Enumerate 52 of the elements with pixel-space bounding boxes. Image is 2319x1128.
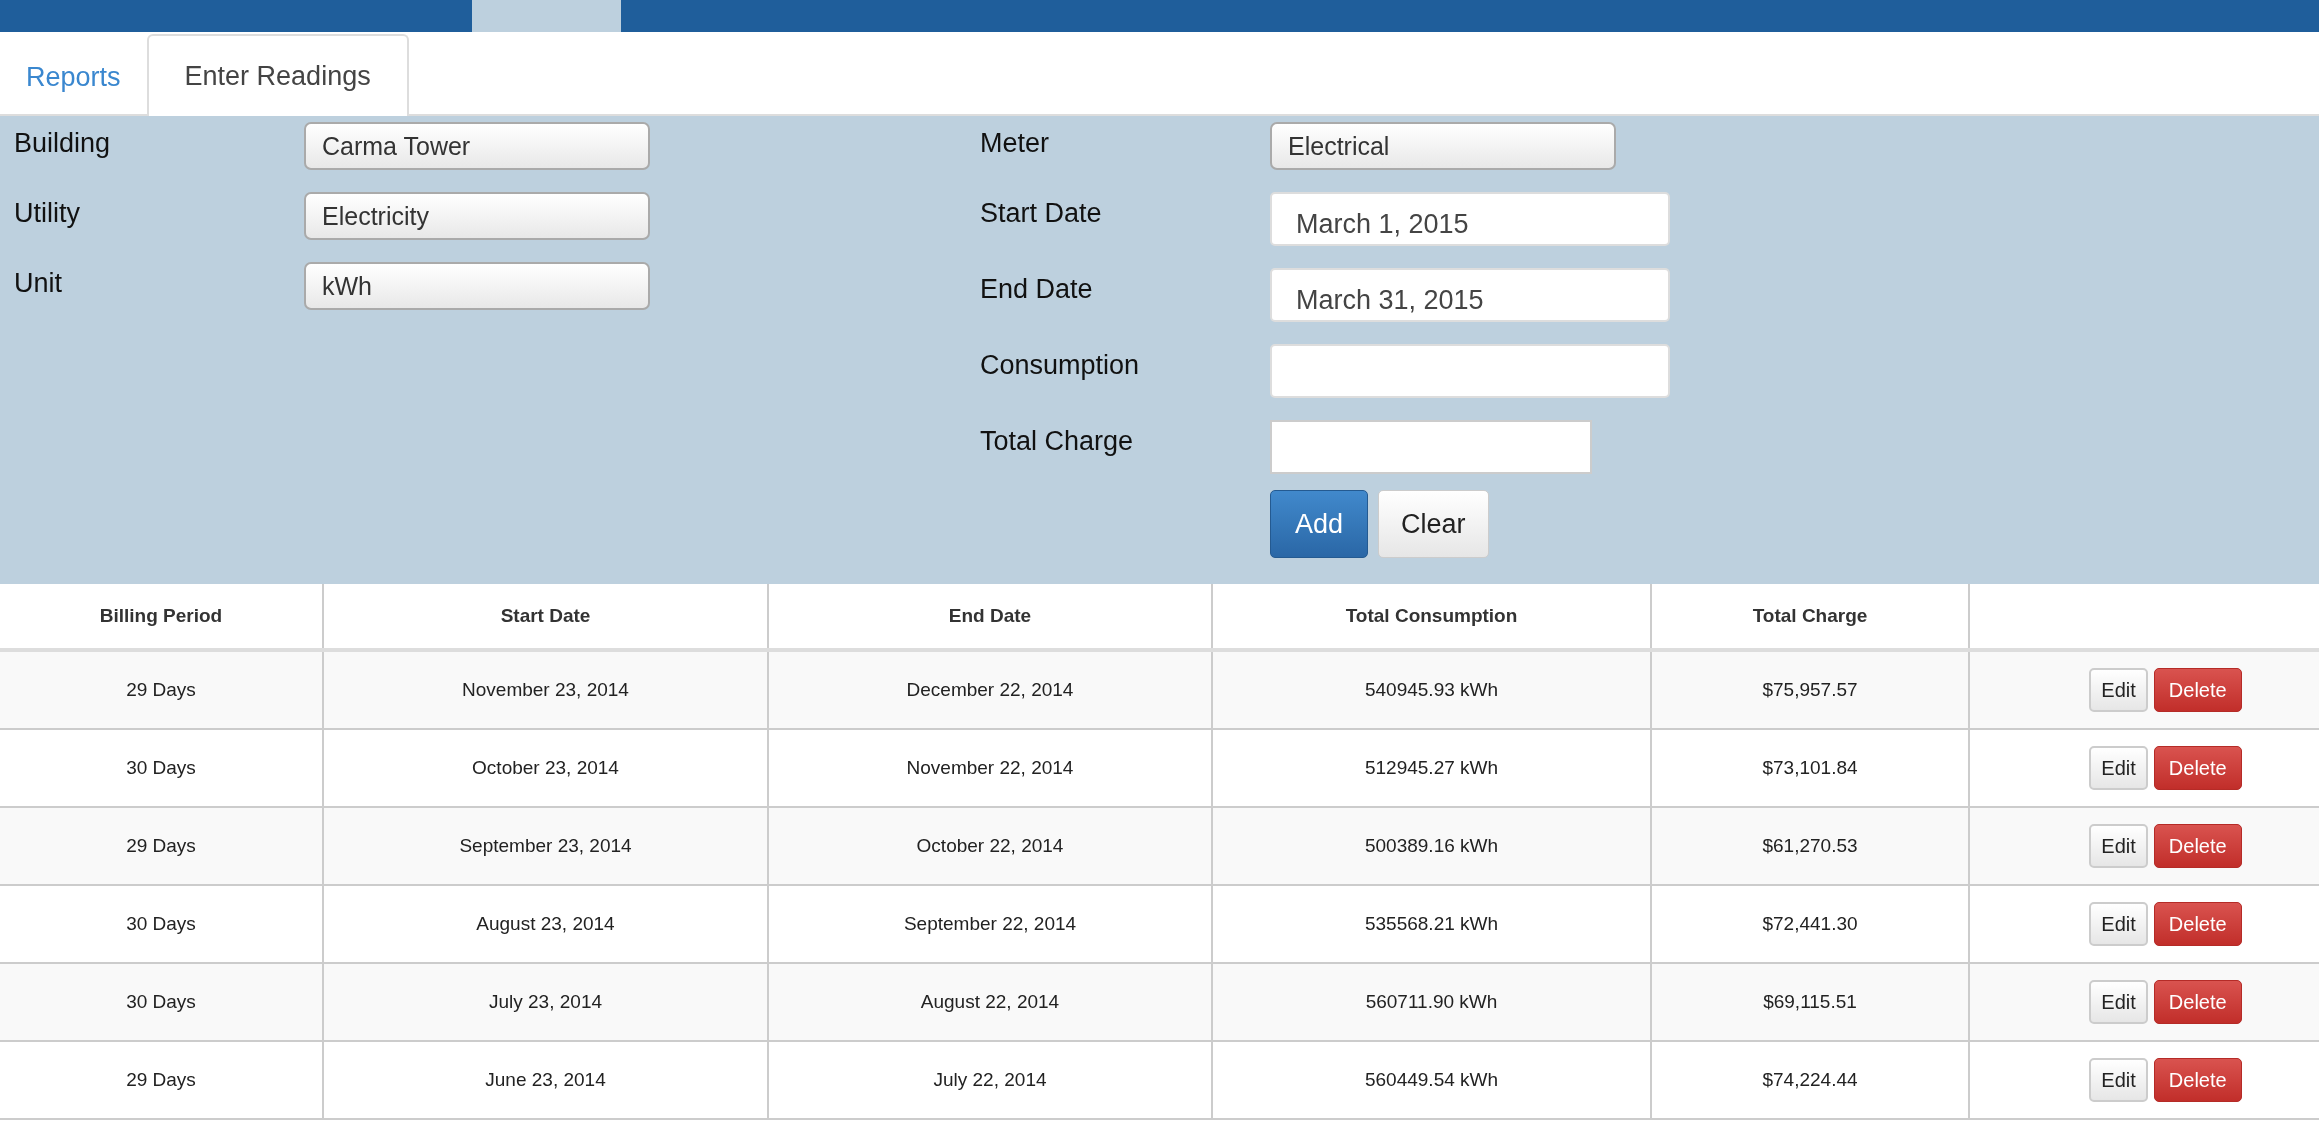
date-field[interactable]: March 1, 2015 xyxy=(1270,192,1670,246)
clear-button[interactable]: Clear xyxy=(1378,490,1489,558)
table-cell: 29 Days xyxy=(0,1041,323,1119)
select-field[interactable]: kWh xyxy=(304,262,650,310)
table-cell: 29 Days xyxy=(0,807,323,885)
field-label: Total Charge xyxy=(980,425,1135,457)
table-cell: 500389.16 kWh xyxy=(1212,807,1651,885)
field-label: Unit xyxy=(14,267,63,299)
select-field[interactable]: Carma Tower xyxy=(304,122,650,170)
table-cell: $75,957.57 xyxy=(1651,650,1969,729)
table-cell: July 23, 2014 xyxy=(323,963,768,1041)
table-cell: October 22, 2014 xyxy=(768,807,1212,885)
input-field[interactable] xyxy=(1270,344,1670,398)
table-cell: 29 Days xyxy=(0,650,323,729)
delete-button[interactable]: Delete xyxy=(2153,1058,2242,1102)
table-cell: September 23, 2014 xyxy=(323,807,768,885)
table-cell: $61,270.53 xyxy=(1651,807,1969,885)
select-field[interactable]: Electrical xyxy=(1270,122,1616,170)
input-field[interactable] xyxy=(1270,420,1592,474)
add-button[interactable]: Add xyxy=(1270,490,1369,558)
table-cell: $74,224.44 xyxy=(1651,1041,1969,1119)
delete-button[interactable]: Delete xyxy=(2153,668,2242,712)
select-field[interactable]: Electricity xyxy=(304,192,650,240)
tab[interactable]: Enter Readings xyxy=(146,34,409,116)
delete-button[interactable]: Delete xyxy=(2153,902,2242,946)
field-label: Start Date xyxy=(980,197,1103,229)
tab[interactable]: Reports xyxy=(0,36,147,116)
table-cell: August 22, 2014 xyxy=(768,963,1212,1041)
edit-button[interactable]: Edit xyxy=(2089,1058,2148,1102)
field-label: Meter xyxy=(980,127,1051,159)
table-cell: 540945.93 kWh xyxy=(1212,650,1651,729)
edit-button[interactable]: Edit xyxy=(2089,902,2148,946)
edit-button[interactable]: Edit xyxy=(2089,668,2148,712)
delete-button[interactable]: Delete xyxy=(2153,980,2242,1024)
edit-button[interactable]: Edit xyxy=(2089,824,2148,868)
edit-button[interactable]: Edit xyxy=(2089,746,2148,790)
delete-button[interactable]: Delete xyxy=(2153,824,2242,868)
table-cell: July 22, 2014 xyxy=(768,1041,1212,1119)
delete-button[interactable]: Delete xyxy=(2153,746,2242,790)
table-cell: December 22, 2014 xyxy=(768,650,1212,729)
field-label: Building xyxy=(14,127,112,159)
table-cell: $69,115.51 xyxy=(1651,963,1969,1041)
table-cell: June 23, 2014 xyxy=(323,1041,768,1119)
field-label: Utility xyxy=(14,197,81,229)
date-field[interactable]: March 31, 2015 xyxy=(1270,268,1670,322)
field-label: Consumption xyxy=(980,349,1141,381)
table-cell: 560711.90 kWh xyxy=(1212,963,1651,1041)
table-cell: November 23, 2014 xyxy=(323,650,768,729)
field-label: End Date xyxy=(980,273,1094,305)
table-cell: 560449.54 kWh xyxy=(1212,1041,1651,1119)
edit-button[interactable]: Edit xyxy=(2089,980,2148,1024)
table-cell: 30 Days xyxy=(0,963,323,1041)
